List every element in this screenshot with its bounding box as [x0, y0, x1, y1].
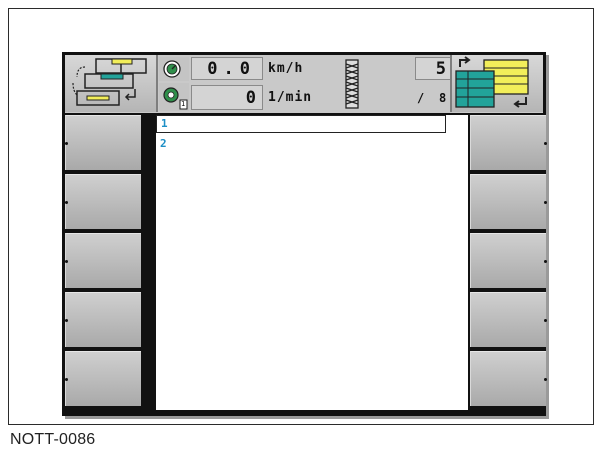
rpm-value: 0: [245, 88, 256, 108]
machine-layout-button[interactable]: [65, 55, 158, 112]
softkey-indicator: [65, 260, 68, 263]
left-softkey-2[interactable]: [65, 174, 141, 229]
right-softkey-4[interactable]: [470, 292, 547, 347]
rpm-unit: 1/min: [268, 90, 313, 105]
tire-track-icon: [345, 59, 359, 109]
speed-unit: km/h: [268, 61, 304, 76]
softkey-indicator: [544, 201, 547, 204]
row-label-2: 2: [160, 137, 167, 150]
main-content-area: 1 2: [156, 115, 468, 410]
left-softkey-4[interactable]: [65, 292, 141, 347]
softkey-indicator: [65, 142, 68, 145]
softkey-indicator: [544, 319, 547, 322]
softkey-indicator: [544, 260, 547, 263]
list-row-1[interactable]: 1: [156, 115, 446, 133]
softkey-indicator: [544, 142, 547, 145]
rpm-icon-cell: 1: [159, 83, 189, 111]
softkey-indicator: [65, 378, 68, 381]
counter-total: 8: [439, 91, 447, 105]
right-softkey-3[interactable]: [470, 233, 547, 288]
figure-caption: NOTT-0086: [10, 431, 96, 448]
row-label-1: 1: [161, 117, 168, 130]
status-header: 0.0 km/h 1 0 1/min 5 / 8: [65, 55, 543, 113]
terminal-screen: 0.0 km/h 1 0 1/min 5 / 8 1 2: [62, 52, 547, 416]
right-softkey-5[interactable]: [470, 351, 547, 406]
left-softkey-1[interactable]: [65, 115, 141, 170]
speed-value: 0.0: [207, 59, 256, 79]
softkey-indicator: [544, 378, 547, 381]
softkey-indicator: [65, 201, 68, 204]
speedometer-icon: [163, 60, 181, 78]
view-switch-icon: [455, 56, 529, 108]
softkey-indicator: [65, 319, 68, 322]
right-softkey-2[interactable]: [470, 174, 547, 229]
counter-box: 5: [415, 57, 451, 80]
left-softkey-3[interactable]: [65, 233, 141, 288]
rpm-value-box: 0: [191, 85, 263, 110]
counter-slash: /: [417, 91, 425, 105]
machine-layout-icon: [72, 58, 147, 106]
counter-top: 5: [435, 59, 446, 79]
view-switch-button[interactable]: [450, 55, 543, 112]
left-softkey-5[interactable]: [65, 351, 141, 406]
list-row-2[interactable]: 2: [156, 135, 446, 151]
right-softkey-1[interactable]: [470, 115, 547, 170]
track-icon-cell: [341, 58, 363, 110]
speed-value-box: 0.0: [191, 57, 263, 80]
speed-icon-cell: [159, 57, 189, 81]
rpm-badge: 1: [181, 100, 186, 108]
